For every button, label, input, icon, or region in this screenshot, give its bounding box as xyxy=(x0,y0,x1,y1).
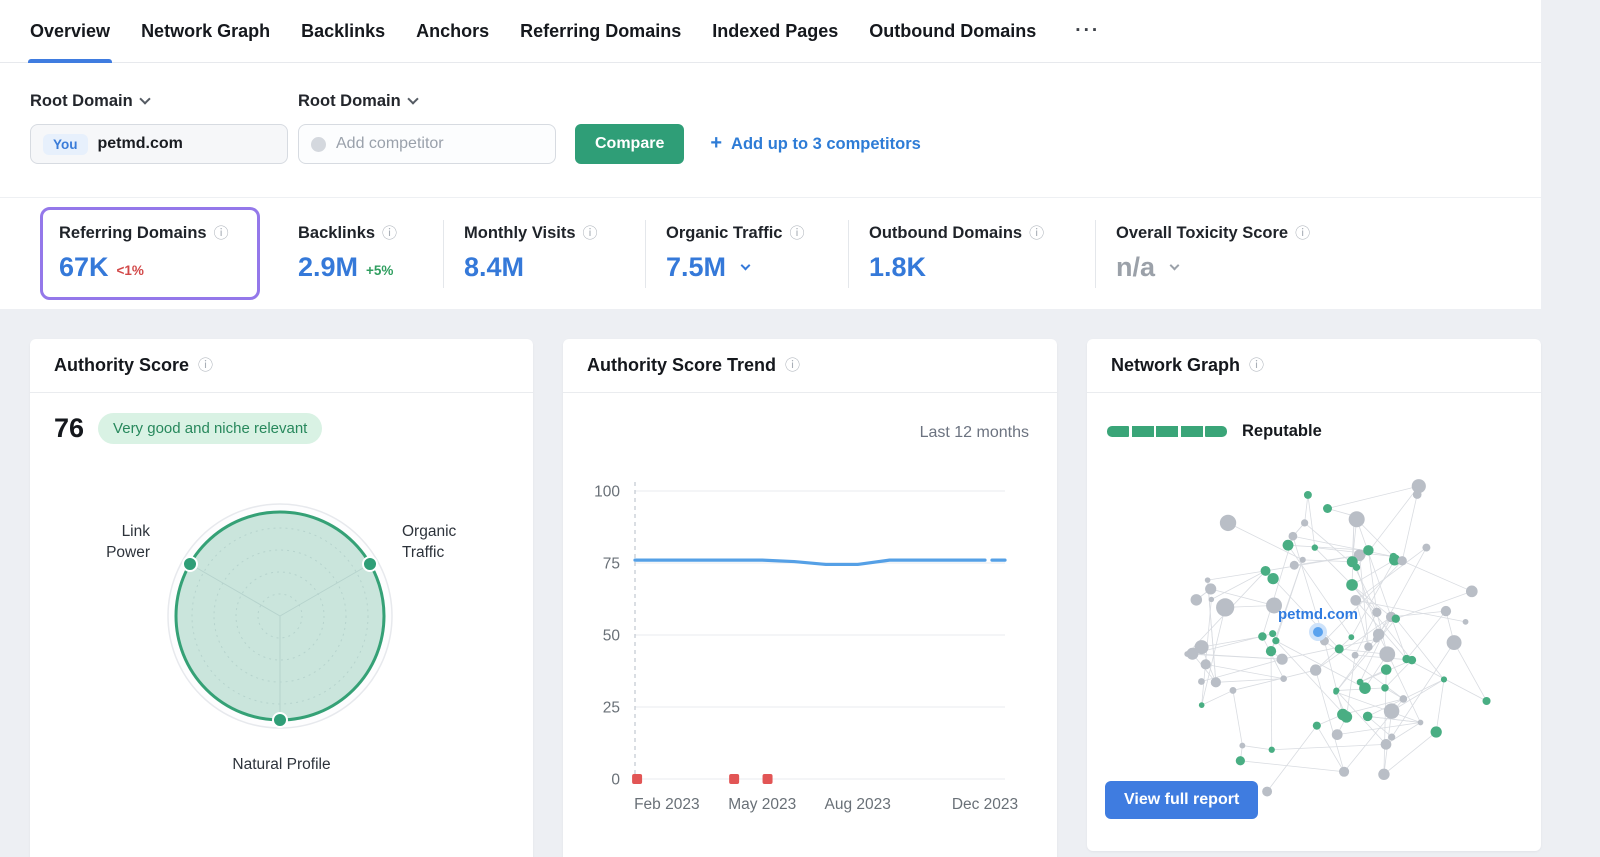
backlink-analytics-page: Overview Network Graph Backlinks Anchors… xyxy=(0,0,1541,857)
plus-icon: + xyxy=(710,131,723,154)
info-icon[interactable]: ⓘ xyxy=(1029,226,1044,241)
reputation-segment xyxy=(1205,426,1227,437)
card-title: Authority Score xyxy=(54,355,190,375)
authority-score-badge: Very good and niche relevant xyxy=(98,413,323,444)
metric-value[interactable]: 1.8K xyxy=(869,252,926,283)
info-icon[interactable]: ⓘ xyxy=(1295,226,1310,241)
reputation-status-label: Reputable xyxy=(1242,422,1322,440)
comparison-controls: Root Domain You petmd.com Root Domain Co… xyxy=(0,63,1541,197)
svg-text:Dec 2023: Dec 2023 xyxy=(952,796,1018,813)
root-domain-label: Root Domain xyxy=(298,91,401,110)
tab-outbound-domains[interactable]: Outbound Domains xyxy=(869,0,1036,63)
metric-label: Referring Domains xyxy=(59,224,207,242)
info-icon[interactable]: ⓘ xyxy=(198,358,213,373)
svg-text:0: 0 xyxy=(611,772,620,789)
add-competitors-link[interactable]: + Add up to 3 competitors xyxy=(710,124,920,164)
metric-outbound-domains: Outbound Domains ⓘ 1.8K xyxy=(848,219,1095,288)
metric-label: Monthly Visits xyxy=(464,224,576,242)
tab-overview[interactable]: Overview xyxy=(27,0,113,63)
metric-value: 7.5M xyxy=(666,252,727,282)
reputation-segment-bar xyxy=(1107,426,1227,437)
metric-delta: +5% xyxy=(366,263,394,278)
reputation-segment xyxy=(1107,426,1129,437)
authority-score-radar-chart: Link Power Organic Traffic Natural Profi… xyxy=(30,451,533,857)
reputation-indicator: Reputable xyxy=(1107,422,1322,441)
svg-text:100: 100 xyxy=(594,484,620,501)
metric-label: Backlinks xyxy=(298,224,376,242)
you-badge: You xyxy=(43,133,88,155)
network-graph-card: Network Graph ⓘ Reputable petmd.com View… xyxy=(1087,339,1541,851)
overview-widgets: Authority Score ⓘ 76 Very good and niche… xyxy=(0,309,1541,857)
tab-referring-domains[interactable]: Referring Domains xyxy=(520,0,681,63)
svg-text:75: 75 xyxy=(603,556,620,573)
metric-value-dropdown[interactable]: n/a xyxy=(1116,252,1395,283)
you-domain-field[interactable]: You petmd.com xyxy=(30,124,288,164)
metric-overall-toxicity-score: Overall Toxicity Score ⓘ n/a xyxy=(1095,219,1395,288)
card-title: Authority Score Trend xyxy=(587,355,777,375)
info-icon[interactable]: ⓘ xyxy=(1249,358,1264,373)
competitor-favicon-placeholder-icon xyxy=(311,136,326,152)
authority-trend-line-chart: 0 25 50 75 100 Feb 2023 May 2023 Aug 2023 Dec 20… xyxy=(594,482,1018,813)
metric-label: Overall Toxicity Score xyxy=(1116,224,1289,242)
metric-value[interactable]: 2.9M xyxy=(298,252,358,283)
root-domain-label: Root Domain xyxy=(30,91,133,110)
metric-monthly-visits: Monthly Visits ⓘ 8.4M xyxy=(443,219,645,288)
add-competitor-input[interactable] xyxy=(336,135,526,153)
tab-network-graph[interactable]: Network Graph xyxy=(141,0,270,63)
compare-button[interactable]: Compare xyxy=(575,124,685,164)
svg-text:petmd.com: petmd.com xyxy=(1278,606,1358,623)
metric-value: n/a xyxy=(1116,252,1156,282)
chevron-down-icon xyxy=(407,93,419,105)
metric-backlinks: Backlinks ⓘ 2.9M +5% xyxy=(298,224,443,283)
reputation-segment xyxy=(1180,426,1203,437)
metric-value[interactable]: 8.4M xyxy=(464,252,524,283)
add-competitor-field[interactable] xyxy=(298,124,556,164)
report-tab-bar: Overview Network Graph Backlinks Anchors… xyxy=(0,0,1541,63)
add-competitors-label: Add up to 3 competitors xyxy=(731,134,921,153)
info-icon[interactable]: ⓘ xyxy=(785,358,800,373)
svg-text:May 2023: May 2023 xyxy=(728,796,796,813)
radar-axis-link-power: Link Power xyxy=(106,523,150,561)
reputation-segment xyxy=(1156,426,1178,437)
info-icon[interactable]: ⓘ xyxy=(789,226,804,241)
chevron-down-icon xyxy=(1169,260,1180,271)
radar-axis-natural-profile: Natural Profile xyxy=(232,756,331,773)
view-full-report-button[interactable]: View full report xyxy=(1105,781,1259,819)
info-icon[interactable]: ⓘ xyxy=(214,226,229,241)
radar-axis-organic-traffic: Organic Traffic xyxy=(402,523,457,561)
info-icon[interactable]: ⓘ xyxy=(382,226,397,241)
tab-anchors[interactable]: Anchors xyxy=(416,0,489,63)
reputation-segment xyxy=(1131,426,1154,437)
authority-score-value: 76 xyxy=(54,413,85,443)
more-tabs-icon[interactable]: ··· xyxy=(1075,20,1100,42)
network-graph-visualization: petmd.com xyxy=(1184,479,1491,797)
radar-chart-svg xyxy=(167,503,393,729)
authority-score-card: Authority Score ⓘ 76 Very good and niche… xyxy=(30,339,533,857)
info-icon[interactable]: ⓘ xyxy=(583,226,598,241)
tab-backlinks[interactable]: Backlinks xyxy=(301,0,385,63)
metric-value-dropdown[interactable]: 7.5M xyxy=(666,252,848,283)
metric-label: Organic Traffic xyxy=(666,224,783,242)
root-domain-dropdown-you[interactable]: Root Domain xyxy=(30,90,288,112)
you-domain-group: Root Domain You petmd.com xyxy=(30,90,288,164)
summary-metrics-strip: Referring Domains ⓘ 67K <1% Backlinks ⓘ … xyxy=(0,197,1541,309)
svg-text:25: 25 xyxy=(603,700,620,717)
competitor-group: Root Domain xyxy=(298,90,556,164)
root-domain-dropdown-competitor[interactable]: Root Domain xyxy=(298,90,556,112)
authority-score-trend-card: Authority Score Trend ⓘ Last 12 months 0… xyxy=(563,339,1057,857)
card-title: Network Graph xyxy=(1111,355,1241,375)
metric-organic-traffic: Organic Traffic ⓘ 7.5M xyxy=(645,219,848,288)
you-domain-value: petmd.com xyxy=(97,135,183,152)
svg-text:Feb 2023: Feb 2023 xyxy=(634,796,700,813)
metric-delta: <1% xyxy=(116,263,144,278)
metric-label: Outbound Domains xyxy=(869,224,1023,242)
metric-value[interactable]: 67K xyxy=(59,252,109,283)
chevron-down-icon xyxy=(139,93,151,105)
chevron-down-icon xyxy=(740,260,751,271)
svg-text:50: 50 xyxy=(603,628,621,645)
tab-indexed-pages[interactable]: Indexed Pages xyxy=(712,0,838,63)
svg-text:Aug 2023: Aug 2023 xyxy=(825,796,891,813)
trend-period-label: Last 12 months xyxy=(919,424,1029,441)
metric-referring-domains: Referring Domains ⓘ 67K <1% xyxy=(40,207,260,300)
